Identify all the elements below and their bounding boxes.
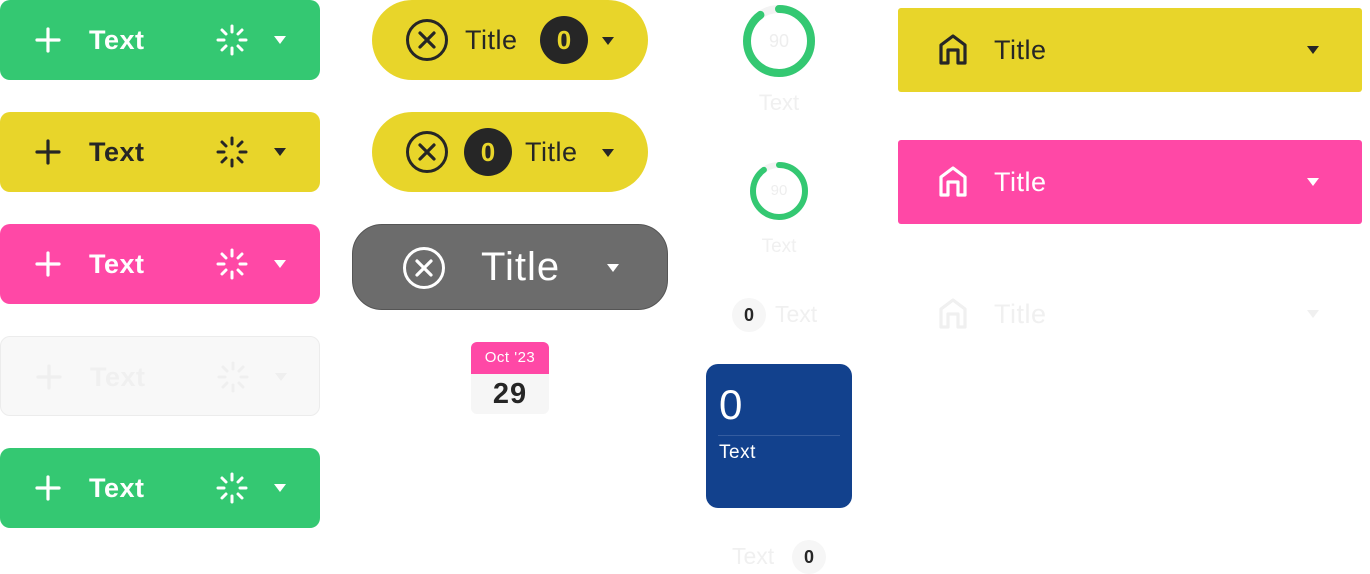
stat-card: 0 Text bbox=[706, 364, 852, 508]
calendar-day: 29 bbox=[492, 378, 528, 410]
spinner-icon bbox=[216, 248, 248, 280]
count-row-label: Text bbox=[775, 301, 818, 327]
action-button-green-1[interactable]: Text bbox=[0, 0, 320, 80]
action-button-label: Text bbox=[89, 249, 145, 279]
pill-large-gray[interactable]: Title bbox=[352, 224, 668, 310]
pill-title: Title bbox=[481, 245, 561, 289]
plus-icon bbox=[35, 27, 61, 53]
spinner-icon bbox=[216, 136, 248, 168]
caret-down-icon bbox=[1307, 310, 1319, 318]
stat-card-label: Text bbox=[719, 442, 756, 463]
count-badge: 0 bbox=[732, 298, 766, 332]
count-badge: 0 bbox=[792, 540, 826, 574]
action-button-label: Text bbox=[89, 25, 145, 55]
nav-bar-disabled[interactable]: Title bbox=[898, 272, 1362, 356]
home-icon bbox=[939, 298, 967, 329]
nav-bar-yellow[interactable]: Title bbox=[898, 8, 1362, 92]
plus-icon bbox=[35, 475, 61, 501]
progress-ring-value: 90 bbox=[768, 31, 790, 51]
stat-card-divider bbox=[718, 435, 840, 436]
caret-down-icon bbox=[274, 484, 286, 492]
plus-icon bbox=[36, 364, 62, 390]
progress-ring-label: Text bbox=[761, 236, 797, 257]
nav-bar-title: Title bbox=[994, 167, 1047, 197]
caret-down-icon bbox=[602, 37, 614, 45]
stat-card-value: 0 bbox=[719, 381, 743, 428]
close-circle-icon[interactable] bbox=[405, 18, 449, 62]
count-row-label: Text bbox=[732, 543, 775, 569]
action-button-yellow[interactable]: Text bbox=[0, 112, 320, 192]
pill-title: Title bbox=[465, 25, 518, 55]
caret-down-icon bbox=[1307, 46, 1319, 54]
caret-down-icon bbox=[274, 148, 286, 156]
home-icon bbox=[939, 34, 967, 65]
action-button-label: Text bbox=[89, 473, 145, 503]
pill-badge-title[interactable]: 0 Title bbox=[372, 112, 648, 192]
caret-down-icon bbox=[275, 373, 287, 381]
count-badge: 0 bbox=[464, 128, 512, 176]
pill-title-badge-end[interactable]: Title 0 bbox=[372, 0, 648, 80]
nav-bar-title: Title bbox=[994, 35, 1047, 65]
action-button-disabled[interactable]: Text bbox=[0, 336, 320, 416]
caret-down-icon bbox=[274, 260, 286, 268]
progress-ring-label: Text bbox=[758, 90, 800, 115]
close-circle-icon[interactable] bbox=[402, 246, 446, 290]
caret-down-icon bbox=[602, 149, 614, 157]
calendar-month: Oct '23 bbox=[471, 342, 549, 374]
caret-down-icon bbox=[607, 264, 619, 272]
action-button-pink[interactable]: Text bbox=[0, 224, 320, 304]
nav-bar-title: Title bbox=[994, 299, 1047, 329]
progress-ring-small: 90 bbox=[748, 160, 810, 222]
pill-title: Title bbox=[525, 137, 578, 167]
action-button-label: Text bbox=[90, 362, 146, 392]
home-icon bbox=[939, 166, 967, 197]
close-circle-icon[interactable] bbox=[405, 130, 449, 174]
action-button-green-2[interactable]: Text bbox=[0, 448, 320, 528]
nav-bar-pink[interactable]: Title bbox=[898, 140, 1362, 224]
calendar-date-tile: Oct '23 29 bbox=[471, 342, 549, 414]
action-button-label: Text bbox=[89, 137, 145, 167]
spinner-icon bbox=[217, 361, 249, 393]
count-badge: 0 bbox=[540, 16, 588, 64]
caret-down-icon bbox=[274, 36, 286, 44]
spinner-icon bbox=[216, 472, 248, 504]
plus-icon bbox=[35, 139, 61, 165]
caret-down-icon bbox=[1307, 178, 1319, 186]
progress-ring-large: 90 bbox=[741, 3, 817, 79]
plus-icon bbox=[35, 251, 61, 277]
spinner-icon bbox=[216, 24, 248, 56]
progress-ring-value: 90 bbox=[770, 182, 788, 199]
